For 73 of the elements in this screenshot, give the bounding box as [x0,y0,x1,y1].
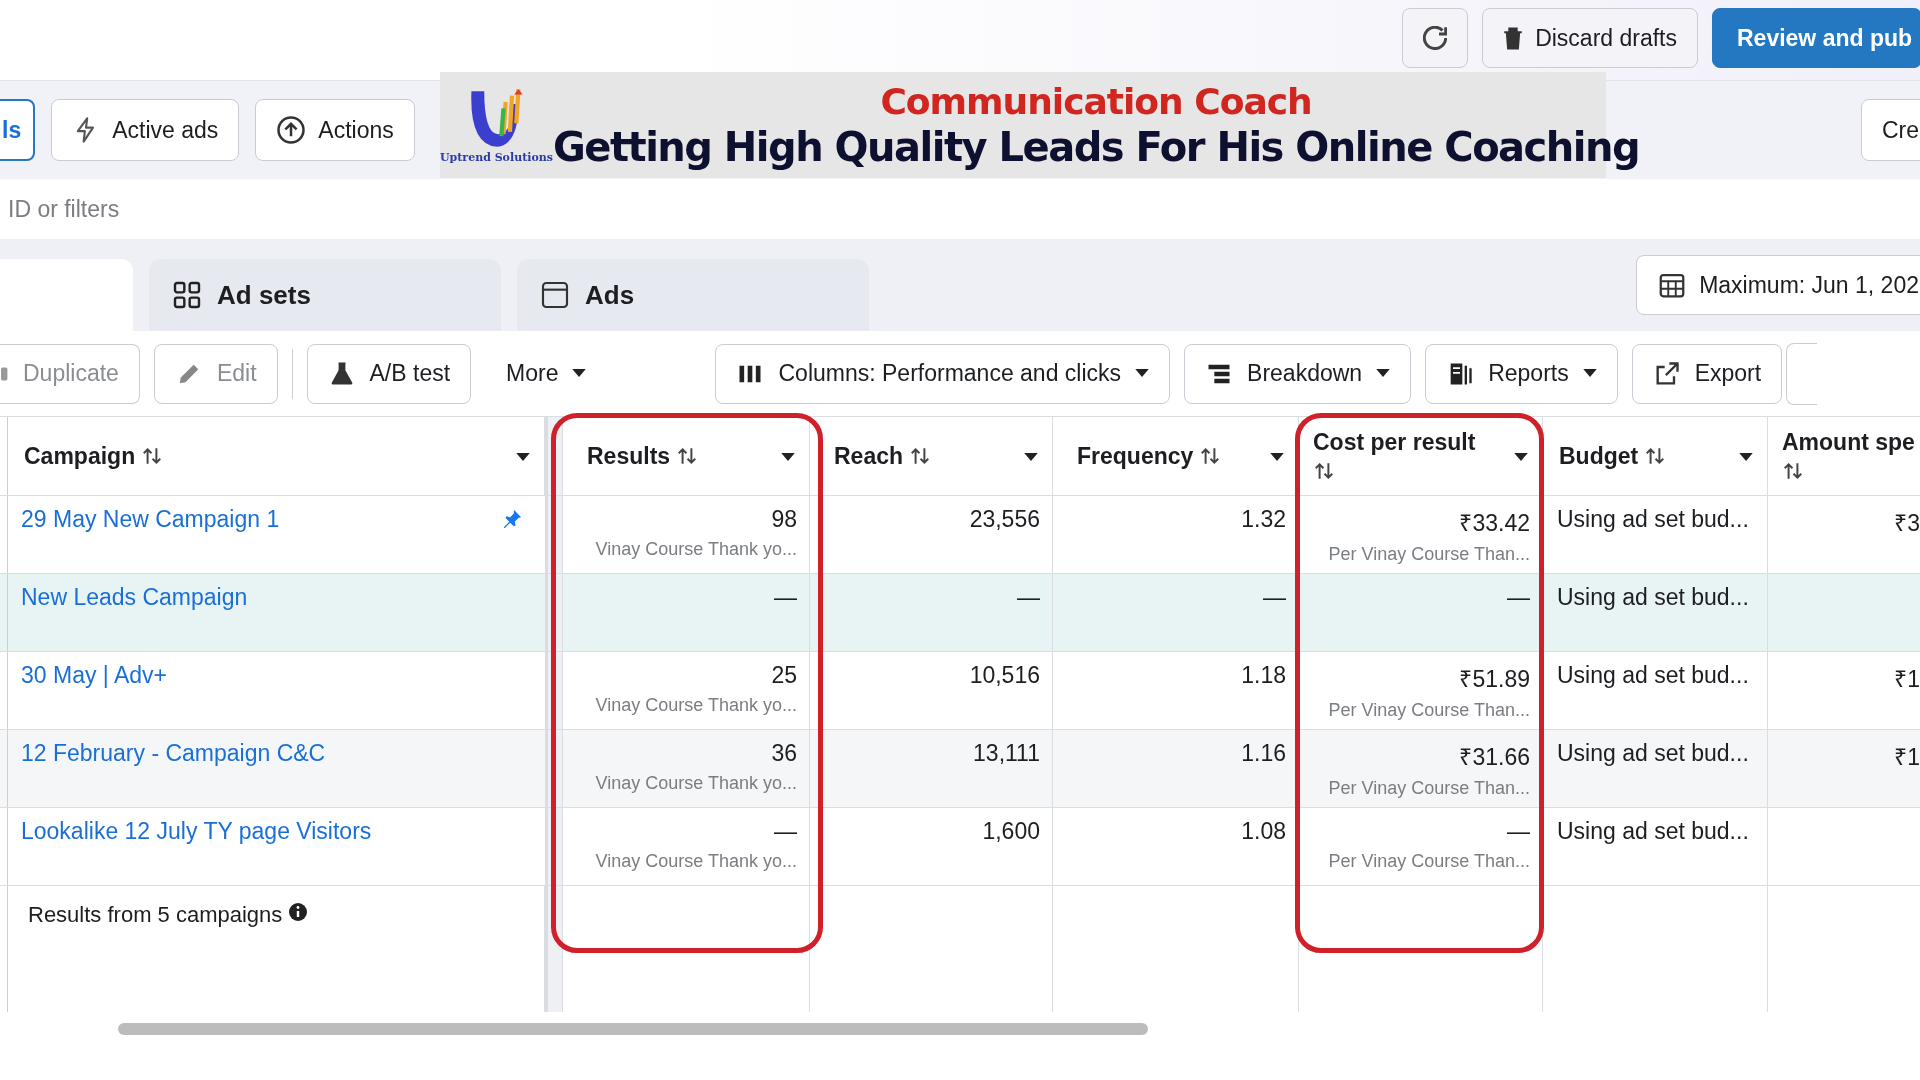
campaign-link[interactable]: 29 May New Campaign 1 [21,506,280,573]
table-cell: 1.08 [1241,818,1286,845]
review-publish-button[interactable]: Review and pub [1712,8,1920,68]
table-cell-text: ₹33.42 [1459,509,1530,538]
table-cell: 10,516 [969,662,1040,689]
tab-button[interactable]: ls [0,99,36,161]
column-header[interactable]: Frequency [1077,442,1194,470]
level-tab[interactable]: Ads [517,259,869,331]
export-button[interactable]: Export [1631,343,1783,404]
column-header[interactable]: Results [587,442,671,470]
table-cell: — [1507,584,1530,611]
cell-note: Vinay Course Thank yo... [595,773,797,794]
table-row[interactable]: 30 May | Adv+ 25 Vinay Course Thank yo... 10,516 1.18 ₹51.89 Per Vinay Course Than... Using ad set bud... ₹1 [0,652,1920,730]
campaign-link[interactable]: 30 May | Adv+ [21,662,167,729]
banner-title: Communication Coach [880,80,1312,122]
table-row[interactable]: 12 February - Campaign C&C 36 Vinay Course Thank yo... 13,111 1.16 ₹31.66 Per Vinay Course Than... Using ad set bud... ₹1 [0,730,1920,808]
search-field[interactable]: ID or filters [8,195,608,223]
table-cell-text: ₹1 [1894,665,1920,694]
more-button[interactable]: More [485,343,608,404]
table-cell-text: Using ad set bud... [1557,584,1750,611]
discard-drafts-button[interactable]: Discard drafts [1482,8,1698,68]
table-cell-text: ₹51.89 [1459,665,1530,694]
table-cell: 36 [771,740,797,767]
active-ads-button[interactable]: Active ads [51,99,240,161]
cell-note: Per Vinay Course Than... [1328,851,1530,872]
results-summary: Results from 5 campaigns [28,902,283,928]
table-cell-text: Using ad set bud... [1557,662,1750,689]
column-header[interactable]: Campaign [24,442,136,470]
banner-subtitle: Getting High Quality Leads For His Online Coaching [552,123,1640,170]
cell-note: Vinay Course Thank yo... [595,851,797,872]
table-row[interactable]: Lookalike 12 July TY page Visitors — Vinay Course Thank yo... 1,600 1.08 — Per Vinay Course Than... Using ad set bud... [0,808,1920,886]
table-cell-text: ₹3 [1894,509,1920,538]
table-cell: 25 [771,662,797,689]
column-header[interactable]: Reach [834,442,904,470]
table-cell-text: ₹1 [1894,743,1920,772]
cell-note: Vinay Course Thank yo... [595,695,797,716]
table-cell: 23,556 [969,506,1040,533]
table-cell: — [774,818,797,845]
table-cell: — [774,584,797,611]
table-cell-text: Using ad set bud... [1557,506,1750,533]
table-cell: — [1017,584,1040,611]
column-header[interactable]: Budget [1559,442,1639,470]
table-cell: 1.32 [1241,506,1286,533]
table-cell-text: ₹31.66 [1459,743,1530,772]
level-tab[interactable]: Ad sets [149,259,501,331]
column-header[interactable]: Amount spe [1782,429,1915,456]
table-cell-text: Using ad set bud... [1557,818,1750,845]
cell-note: Per Vinay Course Than... [1328,700,1530,721]
table-cell: 13,111 [973,740,1040,767]
abtest-button[interactable]: A/B test [306,343,472,404]
table-cell: 98 [771,506,797,533]
reports-button[interactable]: Reports [1425,343,1618,404]
cell-note: Per Vinay Course Than... [1328,544,1530,565]
campaign-link[interactable]: New Leads Campaign [21,584,248,651]
cell-note: Per Vinay Course Than... [1328,778,1530,799]
table-cell: — [1263,584,1286,611]
table-cell: 1,600 [982,818,1040,845]
table-cell-text: Using ad set bud... [1557,740,1750,767]
campaign-link[interactable]: 12 February - Campaign C&C [21,740,326,807]
breakdown-button[interactable]: Breakdown [1184,343,1412,404]
table-row[interactable]: 29 May New Campaign 1 98 Vinay Course Thank yo... 23,556 1.32 ₹33.42 Per Vinay Course Than... Using ad set bud... ₹3 [0,496,1920,574]
table-row[interactable]: New Leads Campaign — — — — Using ad set bud... [0,574,1920,652]
brand-name: Uptrend Solutions [440,150,553,164]
cell-note: Vinay Course Thank yo... [595,539,797,560]
column-header[interactable]: Cost per result [1313,429,1476,456]
table-cell: — [1507,818,1530,845]
columns-button[interactable]: Columns: Performance and clicks [715,343,1171,404]
create-button[interactable]: Cre [1860,99,1920,161]
table-cell: 1.16 [1241,740,1286,767]
table-cell: 1.18 [1241,662,1286,689]
campaign-link[interactable]: Lookalike 12 July TY page Visitors [21,818,372,885]
actions-button[interactable]: Actions [255,99,415,161]
date-range-button[interactable]: Maximum: Jun 1, 202 [1636,255,1920,315]
